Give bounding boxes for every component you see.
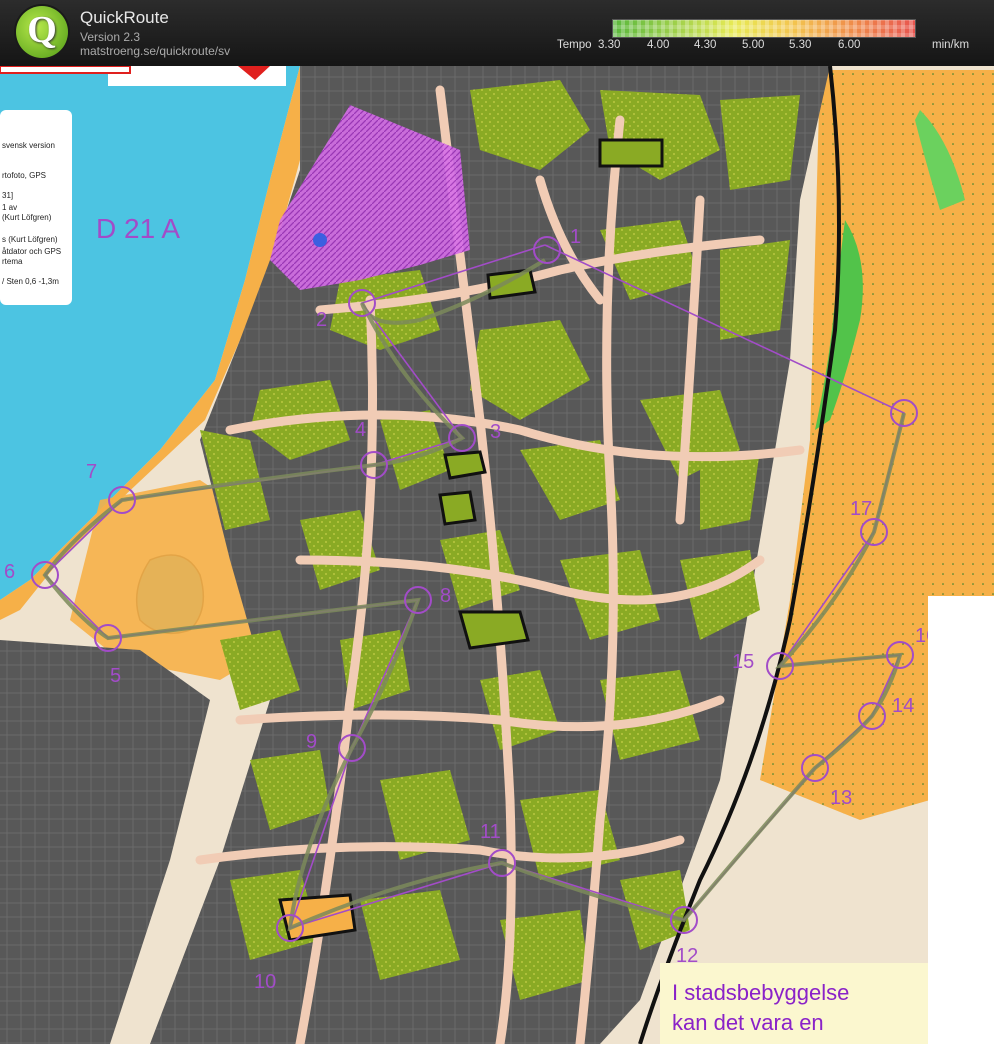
svg-text:s (Kurt Löfgren): s (Kurt Löfgren) [2,235,58,244]
sponsor-banner [0,66,131,74]
app-header: Q QuickRoute Version 2.3 matstroeng.se/q… [0,0,994,66]
tempo-tick: 4.30 [694,39,717,51]
control-number: 14 [892,695,914,717]
svg-text:svensk version: svensk version [2,141,55,150]
control-number: 2 [316,309,327,331]
control-number: 6 [4,561,15,583]
tempo-unit: min/km [932,39,970,51]
app-version: Version 2.3 [80,30,141,44]
tempo-tick: 5.00 [742,39,765,51]
svg-text:1 av: 1 av [2,203,17,212]
svg-text:rtofoto, GPS: rtofoto, GPS [2,171,46,180]
svg-text:31]: 31] [2,191,13,200]
svg-text:(Kurt Löfgren): (Kurt Löfgren) [2,213,52,222]
control-number: 11 [480,821,501,843]
tempo-label: Tempo [557,39,592,51]
svg-text:rtema: rtema [2,257,23,266]
svg-text:/ Sten 0,6 -1,3m: / Sten 0,6 -1,3m [2,277,59,286]
tempo-tick: 3.30 [598,39,621,51]
map-edge-blank [928,596,994,1044]
tempo-color-scale [612,19,916,38]
tempo-tick: 4.00 [647,39,670,51]
control-number: 4 [355,419,366,441]
app-url: matstroeng.se/quickroute/sv [80,44,231,58]
control-number: 17 [850,498,872,520]
control-number: 15 [732,651,754,673]
control-number: 13 [830,787,852,809]
control-number: 7 [86,461,97,483]
control-number: 3 [490,421,501,443]
svg-text:åtdator och GPS: åtdator och GPS [2,247,61,256]
control-number: 9 [306,731,317,753]
course-title: D 21 A [96,213,180,244]
orienteering-map[interactable]: D 21 A 1 2 3 4 5 6 7 8 9 10 11 12 13 14 … [0,66,994,1044]
annotation-text: I stadsbebyggelse kan det vara en [672,980,850,1035]
tempo-tick: 5.30 [789,39,812,51]
quickroute-logo-icon: Q [16,6,68,58]
control-number: 10 [254,971,276,993]
control-number: 5 [110,665,121,687]
app-name: QuickRoute [80,8,169,27]
control-number: 1 [570,226,581,248]
restricted-marker [313,233,327,247]
control-number: 8 [440,585,451,607]
tempo-tick: 6.00 [838,39,861,51]
